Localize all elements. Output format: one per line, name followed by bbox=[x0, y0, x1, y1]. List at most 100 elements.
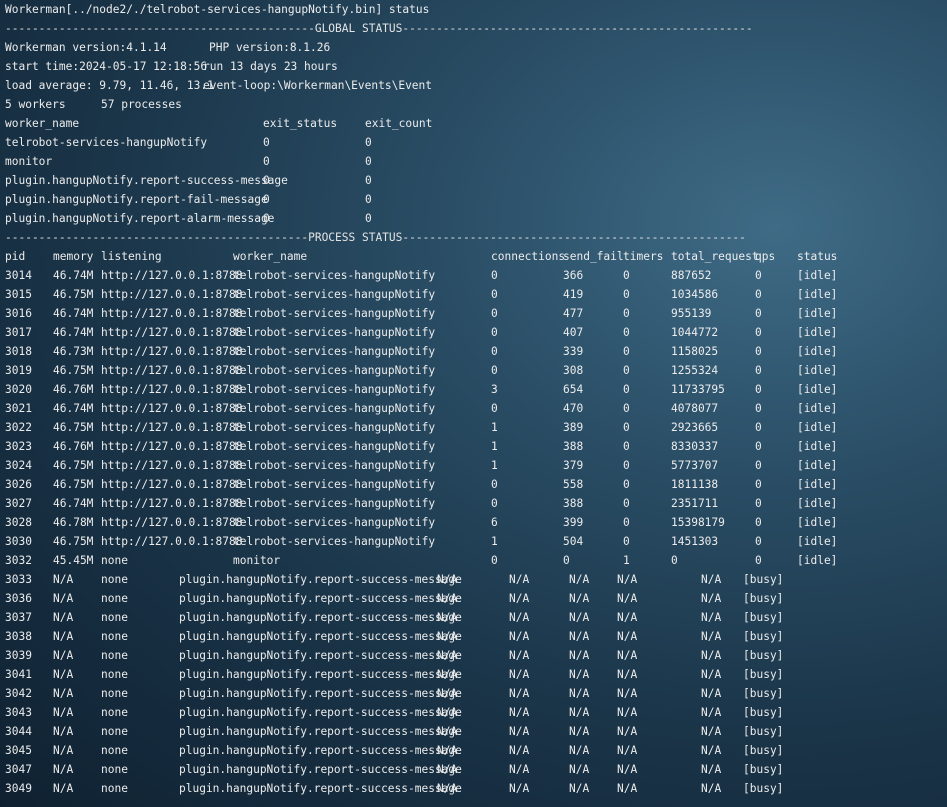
memory-cell: 46.75M bbox=[53, 364, 94, 377]
workers-count: 5 workers bbox=[5, 98, 66, 111]
total-request-cell: 1044772 bbox=[671, 326, 719, 339]
status-cell: [idle] bbox=[797, 535, 838, 548]
connections-cell: 0 bbox=[491, 497, 498, 510]
total-request-cell: 887652 bbox=[671, 269, 712, 282]
memory-cell: N/A bbox=[53, 668, 74, 681]
total-request-cell: 5773707 bbox=[671, 459, 719, 472]
qps-cell: N/A bbox=[701, 782, 722, 795]
pid-cell: 3043 bbox=[5, 706, 32, 719]
worker-name-cell: telrobot-services-hangupNotify bbox=[233, 402, 436, 415]
worker-name-cell: plugin.hangupNotify.report-success-messa… bbox=[179, 763, 462, 776]
worker-name-cell: telrobot-services-hangupNotify bbox=[5, 136, 208, 149]
process-table-row: 3044 N/A none plugin.hangupNotify.report-su… bbox=[5, 722, 935, 741]
process-table-row: 3042 N/A none plugin.hangupNotify.report-su… bbox=[5, 684, 935, 703]
memory-cell: 46.75M bbox=[53, 535, 94, 548]
listening-cell: none bbox=[101, 782, 128, 795]
pid-cell: 3018 bbox=[5, 345, 32, 358]
timers-cell: N/A bbox=[569, 744, 590, 757]
process-table-row: 3014 46.74M http://127.0.0.1:8788 telrobot-… bbox=[5, 266, 935, 285]
send-fail-cell: 419 bbox=[563, 288, 584, 301]
connections-cell: N/A bbox=[437, 668, 458, 681]
memory-cell: N/A bbox=[53, 687, 74, 700]
send-fail-cell: N/A bbox=[509, 630, 530, 643]
exit-count-cell: 0 bbox=[365, 193, 372, 206]
process-table-row: 3024 46.75M http://127.0.0.1:8788 telrobot-… bbox=[5, 456, 935, 475]
listening-cell: none bbox=[101, 611, 128, 624]
listening-cell: http://127.0.0.1:8788 bbox=[101, 459, 243, 472]
exit-count-cell: 0 bbox=[365, 136, 372, 149]
worker-name-cell: plugin.hangupNotify.report-success-messa… bbox=[179, 744, 462, 757]
worker-name-cell: monitor bbox=[5, 155, 53, 168]
worker-name-cell: plugin.hangupNotify.report-success-messa… bbox=[179, 573, 462, 586]
connections-cell: 0 bbox=[491, 288, 498, 301]
total-request-cell: 2923665 bbox=[671, 421, 719, 434]
worker-table-row: plugin.hangupNotify.report-success-messa… bbox=[5, 171, 935, 190]
worker-name-cell: plugin.hangupNotify.report-success-messa… bbox=[179, 649, 462, 662]
exit-count-cell: 0 bbox=[365, 212, 372, 225]
memory-cell: 46.75M bbox=[53, 421, 94, 434]
qps-cell: 0 bbox=[755, 516, 762, 529]
connections-cell: 1 bbox=[491, 535, 498, 548]
status-cell: [busy] bbox=[743, 725, 784, 738]
total-request-cell: 1034586 bbox=[671, 288, 719, 301]
status-cell: [idle] bbox=[797, 554, 838, 567]
qps-cell: N/A bbox=[701, 630, 722, 643]
worker-name-cell: telrobot-services-hangupNotify bbox=[233, 345, 436, 358]
qps-cell: 0 bbox=[755, 326, 762, 339]
listening-cell: http://127.0.0.1:8788 bbox=[101, 535, 243, 548]
listening-cell: none bbox=[101, 592, 128, 605]
worker-name-cell: plugin.hangupNotify.report-success-messa… bbox=[179, 630, 462, 643]
memory-cell: 46.74M bbox=[53, 402, 94, 415]
listening-cell: none bbox=[101, 687, 128, 700]
timers-cell: N/A bbox=[569, 763, 590, 776]
listening-cell: none bbox=[101, 725, 128, 738]
qps-cell: 0 bbox=[755, 364, 762, 377]
total-request-cell: N/A bbox=[617, 630, 638, 643]
worker-name-cell: plugin.hangupNotify.report-success-messa… bbox=[179, 687, 462, 700]
worker-name-cell: telrobot-services-hangupNotify bbox=[233, 459, 436, 472]
exit-status-cell: 0 bbox=[263, 155, 270, 168]
status-cell: [idle] bbox=[797, 383, 838, 396]
worker-name-cell: telrobot-services-hangupNotify bbox=[233, 440, 436, 453]
timers-cell: N/A bbox=[569, 782, 590, 795]
pid-cell: 3049 bbox=[5, 782, 32, 795]
pid-cell: 3047 bbox=[5, 763, 32, 776]
qps-cell: N/A bbox=[701, 592, 722, 605]
status-cell: [busy] bbox=[743, 744, 784, 757]
timers-cell: N/A bbox=[569, 592, 590, 605]
pid-cell: 3023 bbox=[5, 440, 32, 453]
qps-cell: N/A bbox=[701, 687, 722, 700]
worker-name-cell: telrobot-services-hangupNotify bbox=[233, 307, 436, 320]
process-status-divider: ----------------------------------------… bbox=[5, 231, 746, 244]
connections-cell: N/A bbox=[437, 763, 458, 776]
timers-cell: 0 bbox=[623, 516, 630, 529]
memory-cell: 46.76M bbox=[53, 383, 94, 396]
connections-cell: 0 bbox=[491, 478, 498, 491]
total-request-cell: 11733795 bbox=[671, 383, 725, 396]
worker-name-cell: plugin.hangupNotify.report-success-messa… bbox=[179, 611, 462, 624]
process-table-row: 3028 46.78M http://127.0.0.1:8788 telrobot-… bbox=[5, 513, 935, 532]
pid-cell: 3030 bbox=[5, 535, 32, 548]
qps-cell: N/A bbox=[701, 573, 722, 586]
listening-cell: http://127.0.0.1:8788 bbox=[101, 478, 243, 491]
connections-cell: 1 bbox=[491, 440, 498, 453]
memory-cell: 46.75M bbox=[53, 478, 94, 491]
pid-cell: 3027 bbox=[5, 497, 32, 510]
process-table-row: 3015 46.75M http://127.0.0.1:8788 telrobot-… bbox=[5, 285, 935, 304]
php-version: PHP version:8.1.26 bbox=[209, 41, 331, 54]
pid-cell: 3038 bbox=[5, 630, 32, 643]
process-table-row: 3027 46.74M http://127.0.0.1:8788 telrobot-… bbox=[5, 494, 935, 513]
worker-name-cell: plugin.hangupNotify.report-success-messa… bbox=[179, 706, 462, 719]
process-table-row: 3036 N/A none plugin.hangupNotify.report-su… bbox=[5, 589, 935, 608]
pid-cell: 3028 bbox=[5, 516, 32, 529]
total-request-cell: N/A bbox=[617, 592, 638, 605]
memory-cell: N/A bbox=[53, 611, 74, 624]
process-table-row: 3026 46.75M http://127.0.0.1:8788 telrobot-… bbox=[5, 475, 935, 494]
listening-cell: http://127.0.0.1:8788 bbox=[101, 364, 243, 377]
send-fail-cell: N/A bbox=[509, 668, 530, 681]
pid-cell: 3022 bbox=[5, 421, 32, 434]
status-cell: [idle] bbox=[797, 440, 838, 453]
listening-cell: none bbox=[101, 744, 128, 757]
connections-cell: N/A bbox=[437, 782, 458, 795]
listening-header: listening bbox=[101, 250, 162, 263]
